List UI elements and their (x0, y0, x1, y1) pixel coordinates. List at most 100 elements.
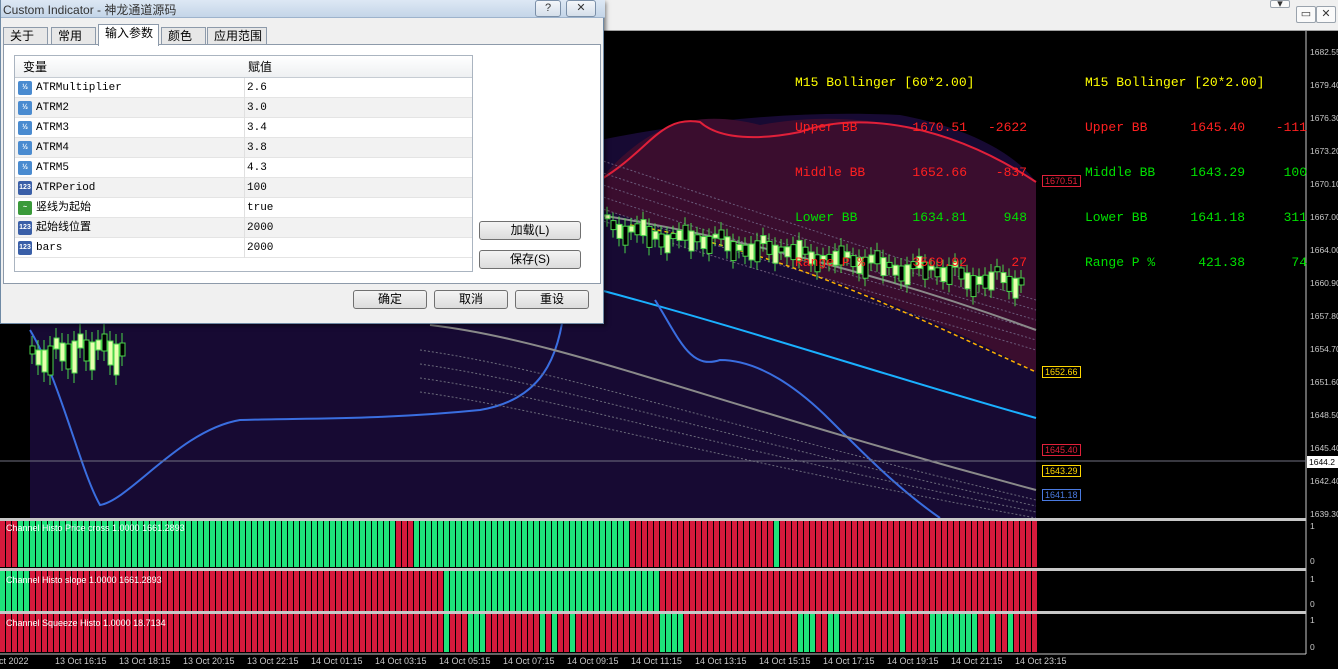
param-value[interactable]: 2.6 (244, 78, 267, 98)
histo-bar (678, 521, 683, 567)
dialog-title-bar[interactable]: Custom Indicator - 神龙通道源码 ? ✕ (1, 0, 605, 18)
histo-bar (516, 571, 521, 611)
tab-inputs[interactable]: 输入参数 (98, 24, 159, 46)
histo-bar (960, 614, 965, 652)
histo-bar (390, 571, 395, 611)
price-tick: 1648.50 (1310, 410, 1338, 420)
subwindow-1-axis-bottom: 0 (1310, 556, 1315, 566)
histo-bar (480, 614, 485, 652)
param-value[interactable]: 3.8 (244, 138, 267, 158)
histo-bar (552, 521, 557, 567)
param-value[interactable]: 3.0 (244, 98, 267, 118)
histo-bar (546, 614, 551, 652)
candle-body (71, 340, 78, 374)
histo-bar (480, 521, 485, 567)
candle-body (766, 240, 773, 255)
histo-bar (564, 571, 569, 611)
load-button[interactable]: 加载(L) (479, 221, 581, 240)
bollinger-20-lower: Lower BB 1641.18 311 (1085, 210, 1307, 225)
histo-bar (852, 614, 857, 652)
param-value[interactable]: 3.4 (244, 118, 267, 138)
cancel-button[interactable]: 取消 (434, 290, 508, 309)
save-button[interactable]: 保存(S) (479, 250, 581, 269)
histo-bar (1026, 571, 1031, 611)
restore-icon[interactable]: ▭ (1296, 6, 1316, 23)
candle-body (113, 343, 120, 376)
close-chart-icon[interactable]: ✕ (1316, 6, 1336, 23)
histo-bar (828, 614, 833, 652)
candle-body (736, 243, 743, 251)
histo-bar (522, 614, 527, 652)
histo-bar (780, 521, 785, 567)
double-type-icon: ½ (18, 141, 32, 155)
reset-button[interactable]: 重设 (515, 290, 589, 309)
param-value[interactable]: 100 (244, 178, 267, 198)
histo-bar (744, 614, 749, 652)
candle-body (29, 345, 36, 355)
param-row-4[interactable]: ½ ATRM5 4.3 (15, 158, 472, 178)
param-value[interactable]: 2000 (244, 238, 273, 258)
histo-bar (636, 521, 641, 567)
param-row-7[interactable]: 123 起始线位置 2000 (15, 218, 472, 238)
price-tick: 1645.40 (1310, 443, 1338, 453)
subwindow-separator-3 (0, 611, 1306, 614)
help-button[interactable]: ? (535, 0, 561, 17)
histo-bar (570, 571, 575, 611)
histo-bar (588, 521, 593, 567)
histo-bar (456, 614, 461, 652)
histo-bar (498, 614, 503, 652)
parameters-table: 变量 赋值 ½ ATRMultiplier 2.6 ½ ATRM2 3.0 ½ ATRM3 3.… (14, 55, 473, 272)
histo-bar (324, 571, 329, 611)
histo-bar (264, 571, 269, 611)
close-dialog-button[interactable]: ✕ (566, 0, 596, 17)
histo-bar (840, 521, 845, 567)
histo-bar (870, 571, 875, 611)
histo-bar (690, 521, 695, 567)
histo-bar (870, 614, 875, 652)
histo-bar (858, 614, 863, 652)
param-row-2[interactable]: ½ ATRM3 3.4 (15, 118, 472, 138)
int-type-icon: 123 (18, 241, 32, 255)
histo-bar (900, 614, 905, 652)
param-row-6[interactable]: ~ 竖线为起始 true (15, 198, 472, 218)
param-row-3[interactable]: ½ ATRM4 3.8 (15, 138, 472, 158)
histo-bar (708, 571, 713, 611)
histo-bar (192, 571, 197, 611)
histo-bar (702, 571, 707, 611)
histo-bar (918, 571, 923, 611)
subwindow-1-axis-top: 1 (1310, 521, 1315, 531)
histo-bar (756, 521, 761, 567)
histo-bar (1032, 521, 1037, 567)
histo-bar (420, 571, 425, 611)
histo-bar (486, 571, 491, 611)
param-row-8[interactable]: 123 bars 2000 (15, 238, 472, 258)
histo-bar (342, 521, 347, 567)
histo-bar (966, 614, 971, 652)
histo-bar (528, 614, 533, 652)
param-row-5[interactable]: 123 ATRPeriod 100 (15, 178, 472, 198)
candle-body (670, 233, 677, 240)
histo-bar (240, 571, 245, 611)
histo-bar (954, 614, 959, 652)
histo-bar (672, 571, 677, 611)
candle-body (688, 230, 695, 252)
param-row-1[interactable]: ½ ATRM2 3.0 (15, 98, 472, 118)
histo-bar (324, 614, 329, 652)
param-value[interactable]: 4.3 (244, 158, 267, 178)
histo-bar (672, 614, 677, 652)
histo-bar (822, 521, 827, 567)
histo-bar (462, 571, 467, 611)
histo-bar (630, 571, 635, 611)
param-name: ATRM5 (36, 162, 70, 174)
histo-bar (882, 521, 887, 567)
scroll-up-icon[interactable]: ▾ (1270, 0, 1290, 10)
param-value[interactable]: true (244, 198, 273, 218)
ok-button[interactable]: 确定 (353, 290, 427, 309)
candle-body (754, 240, 761, 263)
param-value[interactable]: 2000 (244, 218, 273, 238)
histo-bar (852, 571, 857, 611)
histo-bar (726, 521, 731, 567)
candle-body (53, 337, 60, 350)
histo-bar (660, 571, 665, 611)
param-row-0[interactable]: ½ ATRMultiplier 2.6 (15, 78, 472, 98)
